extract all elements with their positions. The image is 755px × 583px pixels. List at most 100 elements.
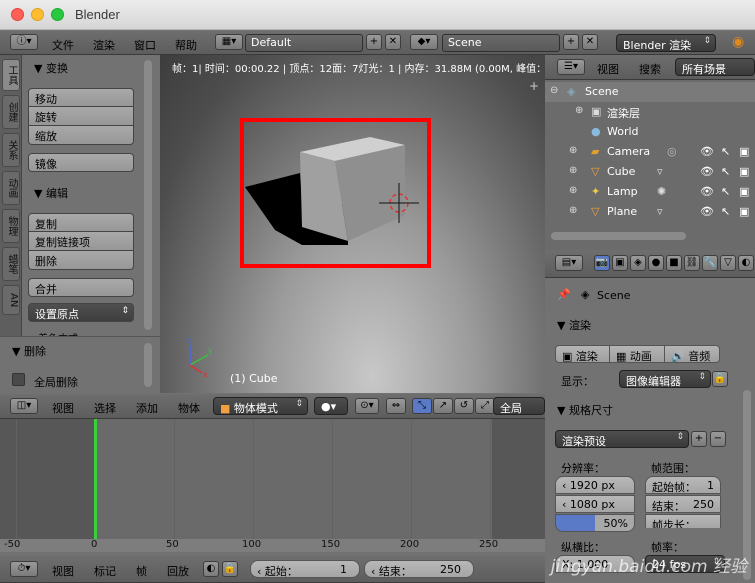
tab-physics[interactable]: 物理 xyxy=(2,209,20,243)
timeline-menu-playback[interactable]: 回放 xyxy=(167,563,189,579)
render-image-button[interactable]: ▣ 渲染 xyxy=(555,345,610,363)
menu-view[interactable]: 视图 xyxy=(52,400,74,416)
delete-operator-title[interactable]: ▼ 删除 xyxy=(12,343,46,359)
outliner-row-scene[interactable]: ⊖ ◈ Scene xyxy=(545,82,755,102)
timeline-editor[interactable]: -50 0 50 100 150 200 250 xyxy=(0,419,545,552)
duplicate-button[interactable]: 复制 xyxy=(28,213,134,232)
end-frame-timeline-field[interactable]: ‹ 结束： 250 xyxy=(364,560,474,578)
move-button[interactable]: 移动 xyxy=(28,88,134,107)
join-button[interactable]: 合并 xyxy=(28,278,134,297)
outliner-row-world[interactable]: ● World xyxy=(545,122,755,142)
outliner-menu-view[interactable]: 视图 xyxy=(597,61,619,77)
outliner-row-camera[interactable]: ⊕ ▰ Camera ◎ 👁 ↖ ▣ xyxy=(545,142,755,162)
record-icon[interactable]: ◐ xyxy=(203,561,219,577)
outliner-editor-icon[interactable]: ☰▾ xyxy=(557,59,585,75)
menu-file[interactable]: 文件 xyxy=(52,37,74,53)
shading-dropdown[interactable]: ●▾ xyxy=(314,397,348,415)
rotate-button[interactable]: 旋转 xyxy=(28,107,134,126)
mode-dropdown[interactable]: ■ 物体模式 ⇕ xyxy=(213,397,308,415)
lock-icon[interactable]: 🔒 xyxy=(222,561,238,577)
minimize-window-button[interactable] xyxy=(31,8,44,21)
scene-tab-icon[interactable]: ◈ xyxy=(630,255,646,271)
outliner-row-lamp[interactable]: ⊕ ✦ Lamp ✺ 👁 ↖ ▣ xyxy=(545,182,755,202)
add-scene-icon[interactable]: + xyxy=(563,34,579,50)
timeline-editor-icon[interactable]: ⏱▾ xyxy=(10,561,38,577)
render-camera-icon[interactable]: ▣ xyxy=(739,165,749,178)
layout-name-field[interactable]: Default xyxy=(245,34,363,52)
render-presets-dropdown[interactable]: 渲染预设 ⇕ xyxy=(555,430,689,448)
current-frame-marker[interactable] xyxy=(94,419,97,551)
transform-manipulator-icon[interactable]: ⤡ xyxy=(412,398,432,414)
expand-icon[interactable]: ⊕ xyxy=(569,165,577,176)
lamp-data-icon[interactable]: ✺ xyxy=(657,185,666,198)
frame-step-field[interactable]: 帧步长： xyxy=(645,514,721,528)
tab-create[interactable]: 创建 xyxy=(2,95,20,129)
visibility-eye-icon[interactable]: 👁 xyxy=(700,205,714,218)
timeline-menu-marker[interactable]: 标记 xyxy=(94,563,116,579)
renderlayer-tab-icon[interactable]: ▣ xyxy=(612,255,628,271)
duplicate-linked-button[interactable]: 复制链接项 xyxy=(28,232,134,251)
rotate-icon[interactable]: ↺ xyxy=(454,398,474,414)
transform-panel-title[interactable]: ▼ 变换 xyxy=(34,60,68,76)
select-arrow-icon[interactable]: ↖ xyxy=(721,185,730,198)
close-window-button[interactable] xyxy=(11,8,24,21)
menu-add[interactable]: 添加 xyxy=(136,400,158,416)
start-frame-timeline-field[interactable]: ‹ 起始： 1 xyxy=(250,560,360,578)
outliner-h-scrollbar[interactable] xyxy=(551,232,686,240)
outliner-row-cube[interactable]: ⊕ ▽ Cube ▿ 👁 ↖ ▣ xyxy=(545,162,755,182)
scene-select-icon[interactable]: ◆▾ xyxy=(410,34,438,50)
resolution-y-field[interactable]: ‹ 1080 px xyxy=(555,495,635,513)
tab-an[interactable]: AN xyxy=(2,285,20,315)
select-arrow-icon[interactable]: ↖ xyxy=(721,165,730,178)
visibility-eye-icon[interactable]: 👁 xyxy=(700,165,714,178)
toolshelf-scrollbar[interactable] xyxy=(144,60,152,330)
mesh-data-icon[interactable]: ▿ xyxy=(657,165,663,178)
3d-viewport[interactable]: 帧：1| 时间：00:00.22 | 顶点：12面：7灯光：1 | 内存：31.… xyxy=(160,55,545,393)
tab-animation[interactable]: 动画 xyxy=(2,171,20,205)
tab-tools[interactable]: 工具 xyxy=(2,59,20,91)
tab-relations[interactable]: 关系 xyxy=(2,133,20,167)
delete-button[interactable]: 删除 xyxy=(28,251,134,270)
start-frame-field[interactable]: 起始帧： 1 xyxy=(645,476,721,494)
mirror-button[interactable]: 镜像 xyxy=(28,153,134,172)
render-panel-title[interactable]: ▼ 渲染 xyxy=(557,317,591,333)
camera-data-icon[interactable]: ◎ xyxy=(667,145,677,158)
timeline-menu-view[interactable]: 视图 xyxy=(52,563,74,579)
world-tab-icon[interactable]: ● xyxy=(648,255,664,271)
menu-window[interactable]: 窗口 xyxy=(134,37,156,53)
orientation-dropdown[interactable]: 全局 xyxy=(493,397,545,415)
modifiers-tab-icon[interactable]: 🔧 xyxy=(702,255,718,271)
expand-icon[interactable]: ⊕ xyxy=(569,145,577,156)
display-dropdown[interactable]: 图像编辑器 ⇕ xyxy=(619,370,711,388)
layout-select-icon[interactable]: ▦▾ xyxy=(215,34,243,50)
render-engine-dropdown[interactable]: Blender 渲染 ⇕ xyxy=(616,34,716,52)
dimensions-panel-title[interactable]: ▼ 规格尺寸 xyxy=(557,402,613,418)
material-tab-icon[interactable]: ◐ xyxy=(738,255,754,271)
mesh-data-icon[interactable]: ▿ xyxy=(657,205,663,218)
scale-button[interactable]: 缩放 xyxy=(28,126,134,145)
select-arrow-icon[interactable]: ↖ xyxy=(721,145,730,158)
add-preset-icon[interactable]: + xyxy=(691,431,707,447)
remove-preset-icon[interactable]: − xyxy=(710,431,726,447)
translate-icon[interactable]: ↗ xyxy=(433,398,453,414)
set-origin-dropdown[interactable]: 设置原点 ⇕ xyxy=(28,303,134,322)
render-camera-icon[interactable]: ▣ xyxy=(739,145,749,158)
pin-icon[interactable]: 📌 xyxy=(557,288,571,301)
data-tab-icon[interactable]: ▽ xyxy=(720,255,736,271)
expand-icon[interactable]: ⊕ xyxy=(569,205,577,216)
end-frame-field[interactable]: 结束： 250 xyxy=(645,495,721,513)
global-delete-checkbox[interactable] xyxy=(12,373,25,386)
select-arrow-icon[interactable]: ↖ xyxy=(721,205,730,218)
render-animation-button[interactable]: ▦ 动画 xyxy=(609,345,665,363)
edit-panel-title[interactable]: ▼ 编辑 xyxy=(34,185,68,201)
outliner-row-renderlayers[interactable]: ⊕ ▣ 渲染层 xyxy=(545,102,755,122)
lock-interface-icon[interactable]: 🔒 xyxy=(712,371,728,387)
info-editor-type-icon[interactable]: ⓘ▾ xyxy=(10,34,38,50)
zoom-window-button[interactable] xyxy=(51,8,64,21)
outliner-row-plane[interactable]: ⊕ ▽ Plane ▿ 👁 ↖ ▣ xyxy=(545,202,755,222)
constraints-tab-icon[interactable]: ⛓ xyxy=(684,255,700,271)
menu-select[interactable]: 选择 xyxy=(94,400,116,416)
editor-type-icon[interactable]: ◫▾ xyxy=(10,398,38,414)
resolution-percentage-field[interactable]: 50% xyxy=(555,514,635,532)
render-audio-button[interactable]: 🔊 音频 xyxy=(664,345,720,363)
